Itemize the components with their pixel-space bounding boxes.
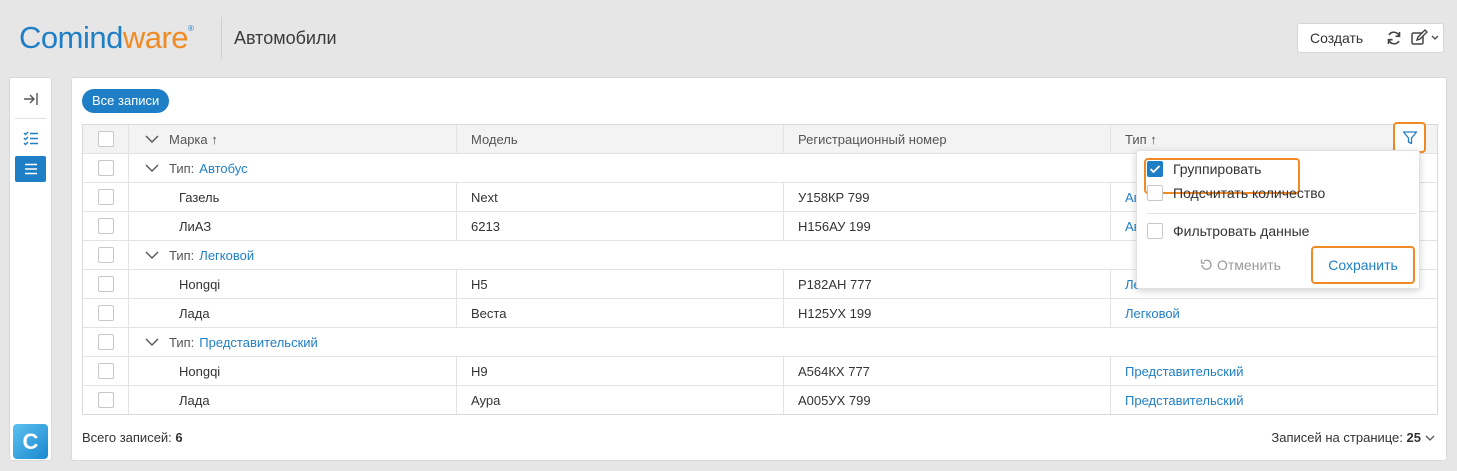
group-chevron-icon[interactable]: [145, 241, 159, 269]
group-option[interactable]: Группировать: [1144, 158, 1300, 194]
refresh-icon[interactable]: [1380, 24, 1408, 52]
row-checkbox[interactable]: [97, 218, 114, 234]
column-reg-number[interactable]: Регистрационный номер: [798, 125, 947, 153]
group-row[interactable]: Тип: Представительский: [83, 327, 1437, 356]
popup-divider: [1147, 213, 1417, 214]
row-checkbox[interactable]: [97, 276, 114, 292]
row-checkbox[interactable]: [97, 334, 114, 350]
app-logo-icon[interactable]: C: [13, 424, 48, 459]
cancel-button[interactable]: Отменить: [1199, 257, 1281, 273]
create-button[interactable]: Создать: [1298, 30, 1380, 46]
column-make[interactable]: Марка ↑: [169, 125, 218, 153]
row-checkbox[interactable]: [97, 160, 114, 176]
column-type[interactable]: Тип ↑: [1125, 125, 1157, 153]
list-icon[interactable]: [15, 156, 46, 182]
chevron-down-icon: [1425, 435, 1435, 441]
grouping-popup: Группировать Подсчитать количество Фильт…: [1136, 150, 1420, 289]
row-checkbox[interactable]: [97, 189, 114, 205]
group-chevron-icon[interactable]: [145, 154, 159, 182]
row-checkbox[interactable]: [97, 247, 114, 263]
expand-rail-icon[interactable]: [15, 86, 46, 112]
page-size-selector[interactable]: Записей на странице: 25: [1271, 430, 1436, 445]
left-rail: C: [9, 77, 52, 461]
header-divider: [221, 17, 222, 59]
table-header: Марка ↑ Модель Регистрационный номер Тип…: [83, 125, 1437, 153]
filter-data-option[interactable]: Фильтровать данные: [1147, 223, 1309, 239]
comindware-logo: Comindware®: [19, 20, 194, 55]
collapse-all-chevron-icon[interactable]: [145, 125, 159, 153]
undo-icon: [1200, 259, 1212, 270]
row-checkbox[interactable]: [97, 392, 114, 408]
column-model[interactable]: Модель: [471, 125, 518, 153]
filter-icon[interactable]: [1393, 122, 1426, 153]
count-checkbox[interactable]: [1147, 185, 1163, 201]
group-chevron-icon[interactable]: [145, 328, 159, 356]
filter-data-checkbox[interactable]: [1147, 223, 1163, 239]
table-row[interactable]: Hongqi H9 А564КХ 777 Представительский: [83, 356, 1437, 385]
table-row[interactable]: Лада Аура А005УХ 799 Представительский: [83, 385, 1437, 414]
total-records: Всего записей: 6: [82, 430, 183, 445]
group-name[interactable]: Легковой: [199, 248, 254, 263]
row-checkbox[interactable]: [97, 363, 114, 379]
all-records-button[interactable]: Все записи: [82, 89, 170, 113]
select-all-checkbox[interactable]: [97, 131, 114, 147]
page-title: Автомобили: [234, 28, 337, 48]
count-option[interactable]: Подсчитать количество: [1147, 185, 1325, 201]
group-name[interactable]: Автобус: [199, 161, 247, 176]
save-button[interactable]: Сохранить: [1311, 246, 1415, 284]
table-row[interactable]: Лада Веста Н125УХ 199 Легковой: [83, 298, 1437, 327]
tasks-icon[interactable]: [15, 125, 46, 151]
row-checkbox[interactable]: [97, 305, 114, 321]
group-name[interactable]: Представительский: [199, 335, 318, 350]
header-toolbar: Создать: [1297, 23, 1444, 53]
rail-divider: [15, 118, 46, 119]
edit-menu-icon[interactable]: [1408, 24, 1442, 52]
